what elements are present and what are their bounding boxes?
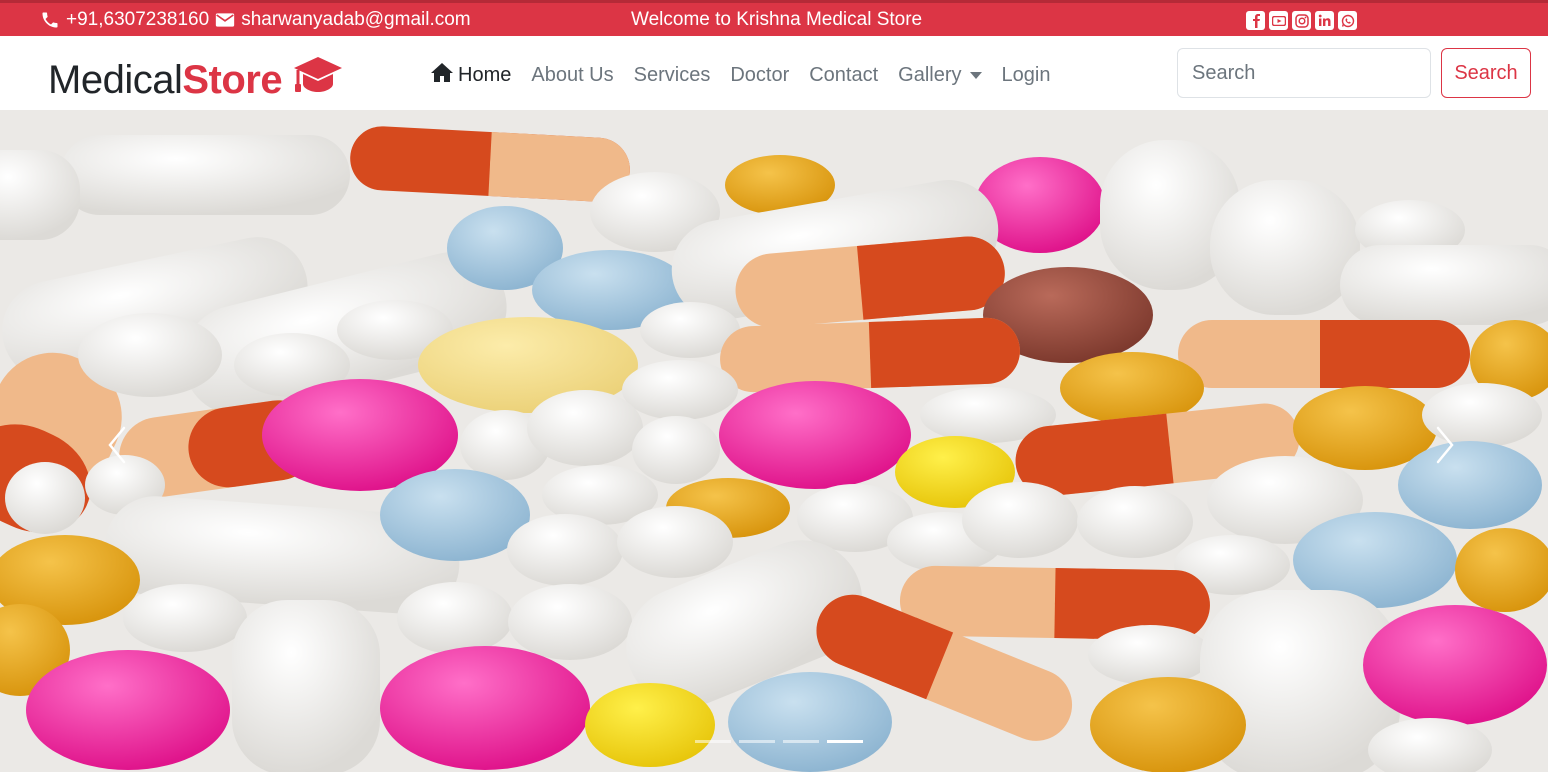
pills-background-image	[0, 110, 1548, 772]
nav-label-home: Home	[458, 64, 512, 86]
carousel-indicator-1[interactable]	[695, 740, 731, 743]
nav-item-about-us[interactable]: About Us	[531, 64, 613, 87]
nav-label-gallery: Gallery	[898, 64, 962, 86]
home-icon	[430, 62, 458, 89]
carousel-indicators	[695, 740, 863, 743]
email-icon	[215, 12, 235, 28]
phone-number[interactable]: +91,6307238160	[66, 9, 209, 31]
linkedin-icon[interactable]	[1315, 11, 1334, 30]
carousel-indicator-3[interactable]	[783, 740, 819, 743]
hero-carousel	[0, 110, 1548, 772]
nav-label-doctor: Doctor	[730, 64, 790, 86]
nav-menu: Home About Us Services Doctor Contact Ga…	[430, 62, 1070, 89]
chevron-left-icon	[108, 426, 126, 464]
carousel-next-button[interactable]	[1420, 410, 1470, 480]
youtube-icon[interactable]	[1269, 11, 1288, 30]
carousel-indicator-2[interactable]	[739, 740, 775, 743]
carousel-indicator-4[interactable]	[827, 740, 863, 743]
nav-item-doctor[interactable]: Doctor	[730, 64, 789, 87]
carousel-prev-button[interactable]	[92, 410, 142, 480]
social-links	[1246, 11, 1357, 30]
chevron-down-icon	[969, 72, 982, 79]
nav-label-about-us: About Us	[531, 64, 614, 86]
nav-label-contact: Contact	[809, 64, 879, 86]
search-button[interactable]: Search	[1441, 48, 1531, 98]
nav-item-gallery-dropdown[interactable]: Gallery	[898, 64, 982, 87]
nav-item-login[interactable]: Login	[1002, 64, 1051, 87]
nav-item-home[interactable]: Home	[430, 62, 511, 89]
brand-name-store: Store	[182, 57, 283, 102]
top-bar: +91,6307238160 sharwanyadab@gmail.com We…	[0, 0, 1548, 36]
graduation-cap-icon	[292, 55, 344, 105]
nav-item-services[interactable]: Services	[634, 64, 711, 87]
nav-item-contact[interactable]: Contact	[809, 64, 878, 87]
instagram-icon[interactable]	[1292, 11, 1311, 30]
nav-label-services: Services	[633, 64, 711, 86]
facebook-icon[interactable]	[1246, 11, 1265, 30]
brand-name-medical: Medical	[48, 57, 183, 102]
welcome-text: Welcome to Krishna Medical Store	[631, 9, 923, 30]
search-input[interactable]	[1177, 48, 1431, 98]
whatsapp-icon[interactable]	[1338, 11, 1357, 30]
main-navbar: Medical Store Home About Us Services Doc…	[0, 36, 1548, 110]
nav-label-login: Login	[1001, 64, 1051, 86]
phone-icon	[40, 10, 60, 30]
email-address[interactable]: sharwanyadab@gmail.com	[241, 9, 470, 31]
chevron-right-icon	[1436, 426, 1454, 464]
contact-info: +91,6307238160 sharwanyadab@gmail.com	[40, 9, 471, 31]
brand-logo[interactable]: Medical Store	[48, 55, 344, 105]
